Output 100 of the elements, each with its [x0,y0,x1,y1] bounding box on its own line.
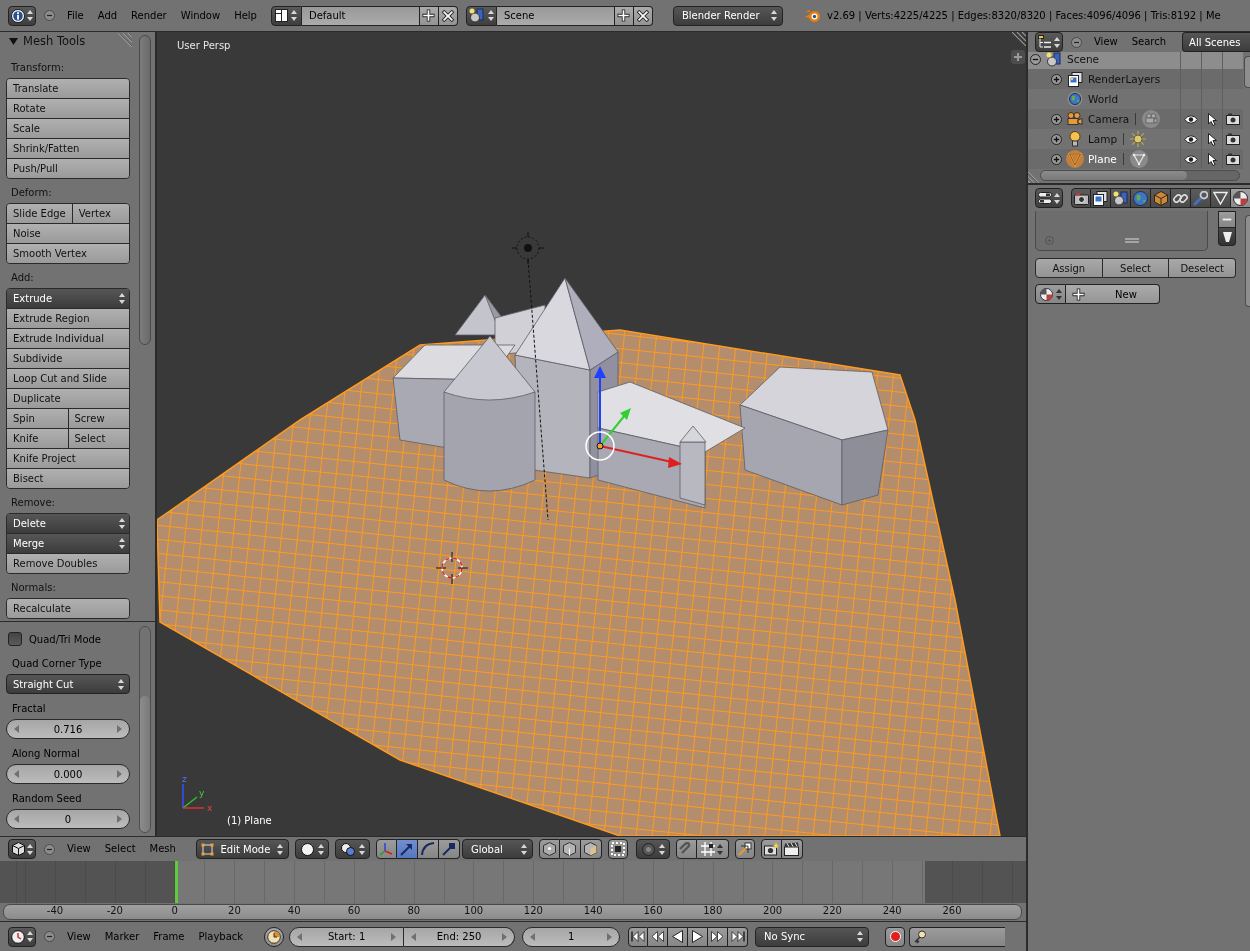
jump-to-end-button[interactable] [728,926,749,947]
dropdown-button[interactable]: Merge [7,534,129,553]
resize-grip-icon[interactable] [1125,238,1139,243]
menu-item[interactable]: Help [227,5,264,26]
eye-icon[interactable] [1184,154,1198,164]
render-camera-icon[interactable] [1226,113,1240,125]
menu-item[interactable]: View [1087,32,1125,52]
render-engine-dropdown[interactable]: Blender Render [672,5,783,26]
tool-button[interactable]: Knife Project [7,449,129,468]
outliner-item-name[interactable]: Camera [1088,113,1130,125]
menu-item[interactable]: Window [173,5,228,26]
outliner-item-name[interactable]: Scene [1067,53,1099,65]
menu-item[interactable]: Add [90,5,125,26]
mode-dropdown[interactable]: Edit Mode [195,839,289,859]
timeline-scrollbar[interactable]: -40 -20 0 20 40 60 80 100 120 140 160 180 200 220 240 260 [3,904,1022,920]
scene-browse-button[interactable] [465,5,497,26]
dropdown-button[interactable]: Delete [7,514,129,533]
expand-toggle-icon[interactable] [1051,153,1062,165]
slot-specials-dropdown[interactable] [1218,228,1236,246]
tool-button[interactable]: Rotate [7,99,129,118]
tool-button[interactable]: Slide Edge [7,204,72,223]
outliner-row[interactable]: RenderLayers [1028,69,1243,89]
remove-slot-button[interactable] [1218,211,1236,228]
menu-item[interactable]: View [60,839,98,859]
play-reverse-button[interactable] [668,926,689,947]
tool-button[interactable]: Screw [67,409,129,428]
delete-layout-button[interactable] [438,5,458,26]
record-button[interactable] [885,926,906,947]
tool-button[interactable]: Translate [7,79,129,98]
tool-button[interactable]: Spin [7,409,68,428]
dropdown-button[interactable]: Extrude [7,289,129,308]
keying-set-field[interactable] [909,926,1006,947]
tool-button[interactable]: Extrude Individual [7,329,129,348]
snap-toggle[interactable] [675,839,697,859]
preview-range-button[interactable] [264,926,285,947]
3d-viewport[interactable]: User Persp z y x (1) Plane [157,32,1026,836]
slot-action-button[interactable]: Assign [1035,258,1103,278]
tool-button[interactable]: Loop Cut and Slide [7,369,129,388]
render-image-button[interactable] [760,839,782,859]
menu-item[interactable]: Marker [97,926,147,947]
shading-dropdown[interactable] [294,839,329,859]
eye-icon[interactable] [1184,134,1198,144]
outliner-item-name[interactable]: Plane [1088,153,1117,165]
limit-selection-button[interactable] [607,839,628,859]
tool-button[interactable]: Knife [7,429,68,448]
tool-button[interactable]: Noise [7,224,129,243]
eye-icon[interactable] [1184,114,1198,124]
manipulator-toggle[interactable] [417,839,439,859]
properties-tab[interactable] [1231,188,1250,208]
tool-button[interactable]: Shrink/Fatten [7,139,129,158]
outliner-item-name[interactable]: World [1088,93,1119,105]
properties-tab[interactable] [1191,188,1211,208]
menu-item[interactable]: View [60,926,98,947]
slot-action-button[interactable]: Select [1102,258,1170,278]
snap-element-dropdown[interactable] [696,839,729,859]
manipulator-toggle[interactable] [375,839,397,859]
menu-item[interactable]: Playback [191,926,251,947]
outliner-row[interactable]: Plane [1028,149,1243,169]
face-select-button[interactable] [580,839,602,859]
next-keyframe-button[interactable] [708,926,729,947]
checkbox-label[interactable]: Quad/Tri Mode [29,633,101,645]
sync-mode-dropdown[interactable]: No Sync [755,926,870,947]
collapse-menu-icon[interactable] [44,843,55,855]
expanded-triangle-icon[interactable] [9,36,18,46]
outliner-row[interactable]: Scene [1028,52,1243,69]
outliner-item-name[interactable]: Lamp [1088,133,1118,145]
delete-scene-button[interactable] [633,5,653,26]
previous-keyframe-button[interactable] [648,926,669,947]
expand-toggle-icon[interactable] [1051,113,1062,125]
editor-type-button[interactable] [8,926,36,947]
editor-type-button[interactable] [1035,188,1063,208]
scrollbar-thumb[interactable] [1041,171,1187,180]
panel-title[interactable]: Mesh Tools [23,34,86,48]
properties-tab[interactable] [1171,188,1191,208]
menu-item[interactable]: Frame [146,926,192,947]
jump-to-start-button[interactable] [628,926,649,947]
tool-button[interactable]: Extrude Region [7,309,129,328]
properties-tab[interactable] [1111,188,1131,208]
properties-tab[interactable] [1211,188,1231,208]
resize-corner-icon[interactable] [1012,32,1026,46]
collapse-menu-icon[interactable] [44,931,55,942]
scrollbar-track[interactable] [1040,170,1240,181]
scrollbar-thumb[interactable] [1245,215,1250,307]
properties-tab[interactable] [1071,188,1091,208]
tool-button[interactable]: Vertex [71,204,129,223]
timeline-area[interactable]: -40 -20 0 20 40 60 80 100 120 140 160 180 200 220 240 260 [0,861,1026,921]
render-camera-icon[interactable] [1226,153,1240,165]
tool-button[interactable]: Smooth Vertex [7,244,129,263]
render-camera-icon[interactable] [1226,133,1240,145]
display-mode-dropdown[interactable]: All Scenes [1182,32,1250,52]
properties-tab[interactable] [1131,188,1151,208]
collapse-menu-icon[interactable] [44,10,55,21]
outliner-row[interactable]: Camera [1028,109,1243,129]
corner-type-dropdown[interactable]: Straight Cut [6,674,130,694]
editor-type-button[interactable] [8,839,36,859]
pivot-dropdown[interactable] [334,839,370,859]
material-browse-button[interactable] [1035,284,1066,304]
editor-type-button[interactable] [8,5,36,26]
menu-item[interactable]: Mesh [142,839,183,859]
tool-button[interactable]: Select [67,429,129,448]
